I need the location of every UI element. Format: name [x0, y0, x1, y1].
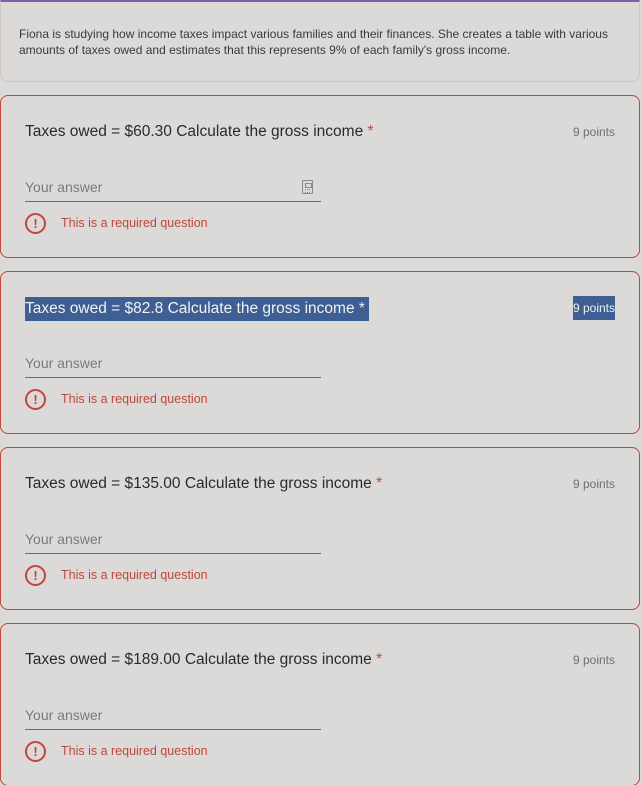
error-icon: !	[25, 740, 46, 762]
required-asterisk: *	[376, 475, 383, 492]
error-message: ! This is a required question	[25, 740, 208, 762]
answer-input[interactable]	[25, 174, 321, 200]
form-page: Fiona is studying how income taxes impac…	[0, 0, 642, 785]
answer-input[interactable]	[25, 350, 321, 376]
points-label: 9 points	[572, 125, 615, 139]
answer-field-container	[25, 526, 321, 554]
error-icon: !	[25, 564, 46, 586]
question-card-2: Taxes owed = $82.8 Calculate the gross i…	[0, 271, 640, 434]
error-text: This is a required question	[61, 568, 208, 582]
error-icon: !	[25, 388, 46, 410]
question-card-4: Taxes owed = $189.00 Calculate the gross…	[0, 623, 640, 785]
answer-input[interactable]	[25, 526, 321, 552]
required-asterisk: *	[367, 123, 374, 140]
answer-field-container	[25, 350, 321, 378]
error-message: ! This is a required question	[25, 564, 208, 586]
answer-field-container	[25, 702, 321, 730]
form-description: Fiona is studying how income taxes impac…	[19, 27, 608, 57]
error-text: This is a required question	[61, 216, 208, 230]
answer-field-container	[25, 174, 321, 202]
question-title: Taxes owed = $135.00 Calculate the gross…	[25, 475, 383, 492]
question-title: Taxes owed = $82.8 Calculate the gross i…	[25, 297, 369, 321]
points-label: 9 points	[572, 477, 615, 491]
error-icon: !	[25, 212, 46, 234]
question-title: Taxes owed = $189.00 Calculate the gross…	[25, 651, 383, 668]
error-message: ! This is a required question	[25, 388, 208, 410]
error-text: This is a required question	[61, 392, 208, 406]
question-title: Taxes owed = $60.30 Calculate the gross …	[25, 123, 374, 140]
points-label: 9 points	[572, 653, 615, 667]
question-card-3: Taxes owed = $135.00 Calculate the gross…	[0, 447, 640, 610]
error-text: This is a required question	[61, 744, 208, 758]
points-label: 9 points	[572, 296, 615, 320]
answer-input[interactable]	[25, 702, 321, 728]
error-message: ! This is a required question	[25, 212, 208, 234]
form-description-card: Fiona is studying how income taxes impac…	[0, 0, 640, 82]
calculator-icon[interactable]	[302, 180, 313, 194]
question-card-1: Taxes owed = $60.30 Calculate the gross …	[0, 95, 640, 258]
required-asterisk: *	[376, 651, 383, 668]
required-asterisk: *	[358, 300, 365, 317]
